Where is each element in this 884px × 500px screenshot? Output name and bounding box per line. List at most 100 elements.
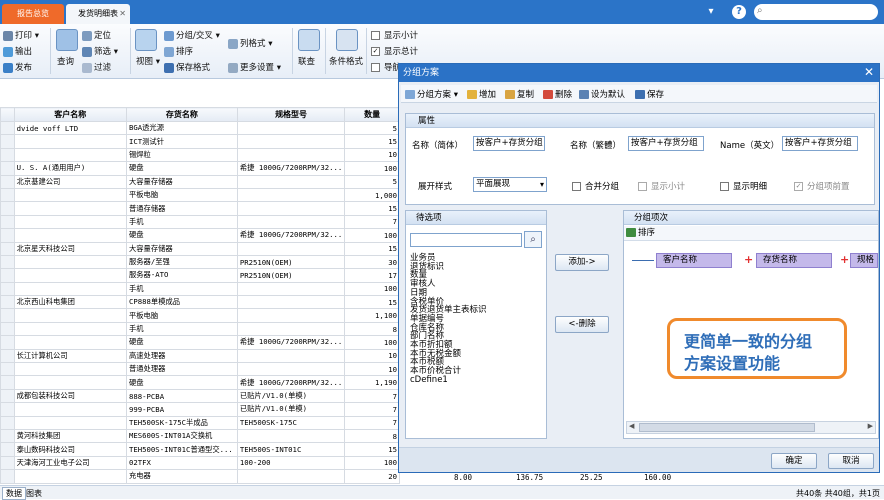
row-header[interactable] <box>0 134 15 149</box>
close-icon[interactable]: ✕ <box>864 65 874 79</box>
join-query-button[interactable]: 联查 <box>298 55 315 67</box>
group-first-checkbox[interactable]: ✓ 分组项前置 <box>794 180 850 192</box>
filter-button[interactable]: 筛选 ▾ <box>82 45 118 57</box>
row-header[interactable] <box>0 187 15 203</box>
candidate-item[interactable]: 审核人 <box>410 280 544 289</box>
row-header[interactable] <box>0 321 15 337</box>
group-node-spec[interactable]: 规格 <box>850 253 878 268</box>
table-row[interactable]: 平板电脑 1,100 <box>0 308 400 323</box>
column-format-button[interactable]: 列格式 ▾ <box>228 37 272 49</box>
row-header[interactable] <box>0 469 15 484</box>
merge-group-checkbox[interactable]: 合并分组 <box>572 180 619 192</box>
group-node-customer[interactable]: 客户名称 <box>656 253 732 268</box>
copy-button[interactable]: 复制 <box>505 88 534 100</box>
group-cross-button[interactable]: 分组/交叉 ▾ <box>164 29 220 41</box>
column-header[interactable]: 规格型号 <box>236 107 346 122</box>
row-header[interactable] <box>0 147 15 163</box>
dropdown-icon[interactable]: ▾ <box>704 5 718 19</box>
table-row[interactable]: 手机 8 <box>0 321 400 337</box>
navigation-checkbox[interactable]: 导航 <box>371 61 401 73</box>
row-header[interactable] <box>0 174 15 189</box>
table-row[interactable]: 999-PCBA 已贴片/V1.0(单模) 7 <box>0 402 400 417</box>
name-tw-input[interactable]: 按客户+存货分组 <box>628 136 704 151</box>
add-item-button[interactable]: 添加-> <box>555 254 609 271</box>
search-icon[interactable]: ⌕ <box>524 231 542 248</box>
column-header[interactable]: 客户名称 <box>13 107 127 122</box>
table-row[interactable]: TEH500SK-175C半成品 TEH500SK-175C 7 <box>0 415 400 430</box>
view-button[interactable]: 视图 ▾ <box>136 55 160 67</box>
table-row[interactable]: 普通存储器 15 <box>0 201 400 216</box>
scrollbar-thumb[interactable] <box>639 423 815 432</box>
table-row[interactable]: 北京基建公司 大容量存储器 5 <box>0 174 400 189</box>
table-row[interactable]: 硬盘 希捷 1000G/7200RPM/32... 100 <box>0 228 400 243</box>
publish-button[interactable]: 发布 <box>3 61 32 73</box>
table-row[interactable]: 手机 7 <box>0 214 400 230</box>
sort-button[interactable]: 排序 <box>638 228 655 238</box>
candidate-item[interactable]: cDefine1 <box>410 376 544 385</box>
row-header[interactable] <box>0 348 15 364</box>
table-row[interactable]: 服务器-ATO PR2510N(OEM) 17 <box>0 268 400 283</box>
close-icon[interactable]: ✕ <box>119 4 126 24</box>
row-header[interactable] <box>0 402 15 417</box>
row-header[interactable] <box>0 161 15 176</box>
table-row[interactable]: dvide voff LTD BGA透光源 5 <box>0 120 400 136</box>
add-button[interactable]: 增加 <box>467 88 496 100</box>
cancel-button[interactable]: 取消 <box>828 453 874 469</box>
row-header[interactable] <box>0 455 15 471</box>
row-header[interactable] <box>0 375 15 390</box>
column-header[interactable]: 存货名称 <box>125 107 238 122</box>
table-row[interactable]: 手机 100 <box>0 281 400 297</box>
show-total-checkbox[interactable]: ✓ 显示总计 <box>371 45 418 57</box>
show-subtotal-checkbox[interactable]: 显示小计 <box>638 180 685 192</box>
row-header[interactable] <box>0 442 15 457</box>
row-header[interactable] <box>0 388 15 404</box>
row-header[interactable] <box>0 335 15 350</box>
table-row[interactable]: 服务器/至强 PR2510N(OEM) 30 <box>0 254 400 270</box>
row-header[interactable] <box>0 428 15 444</box>
row-header[interactable] <box>0 268 15 283</box>
row-header[interactable] <box>0 201 15 216</box>
show-subtotal-checkbox[interactable]: 显示小计 <box>371 29 418 41</box>
table-row[interactable]: 硬盘 希捷 1000G/7200RPM/32... 1,190 <box>0 375 400 390</box>
row-header[interactable] <box>0 415 15 430</box>
show-detail-checkbox[interactable]: 显示明细 <box>720 180 767 192</box>
tab-data[interactable]: 数据 <box>2 487 26 500</box>
table-row[interactable]: 黄河科技集团 MES600S-INT01A交换机 8 <box>0 428 400 444</box>
row-header[interactable] <box>0 241 15 256</box>
more-settings-button[interactable]: 更多设置 ▾ <box>228 61 281 73</box>
table-row[interactable]: 硬盘 希捷 1000G/7200RPM/32... 100 <box>0 335 400 350</box>
filter2-button[interactable]: 过滤 <box>82 61 111 73</box>
table-row[interactable]: 成都包装科技公司 888-PCBA 已贴片/V1.0(单模) 7 <box>0 388 400 404</box>
save-button[interactable]: 保存 <box>635 88 664 100</box>
remove-item-button[interactable]: <-删除 <box>555 316 609 333</box>
query-button[interactable]: 查询 <box>57 55 74 67</box>
group-node-inventory[interactable]: 存货名称 <box>756 253 832 268</box>
name-en-input[interactable]: 按客户+存货分组 <box>782 136 858 151</box>
tab-report-overview[interactable]: 报告总览 <box>2 4 64 24</box>
scheme-dropdown[interactable]: 分组方案 ▾ <box>405 88 458 100</box>
locate-button[interactable]: 定位 <box>82 29 111 41</box>
row-header[interactable] <box>0 214 15 230</box>
row-header[interactable] <box>0 120 15 136</box>
table-row[interactable]: 北京西山科电集团 CP888单模成品 15 <box>0 295 400 310</box>
set-default-button[interactable]: 设为默认 <box>579 88 625 100</box>
arrow-left-icon[interactable]: ◀ <box>629 422 634 430</box>
export-button[interactable]: 输出 <box>3 45 32 57</box>
table-row[interactable]: 充电器 20 <box>0 469 400 484</box>
save-format-button[interactable]: 保存格式 <box>164 61 210 73</box>
table-row[interactable]: 普通处理器 10 <box>0 362 400 377</box>
table-row[interactable]: 平板电脑 1,000 <box>0 187 400 203</box>
sort-button[interactable]: 排序 <box>164 45 193 57</box>
candidate-search-input[interactable] <box>410 233 522 247</box>
row-header[interactable] <box>0 228 15 243</box>
arrow-right-icon[interactable]: ▶ <box>868 422 873 430</box>
table-row[interactable]: 天津海河工业电子公司 02TFX 100-200 100 <box>0 455 400 471</box>
table-row[interactable]: U. S. A(通用用户) 硬盘 希捷 1000G/7200RPM/32... 100 <box>0 161 400 176</box>
row-header[interactable] <box>0 254 15 270</box>
table-row[interactable]: 锡焊粒 10 <box>0 147 400 163</box>
help-icon[interactable]: ? <box>732 5 746 19</box>
ok-button[interactable]: 确定 <box>771 453 817 469</box>
condition-format-button[interactable]: 条件格式 <box>329 55 363 67</box>
column-header[interactable]: 数量 <box>344 107 400 122</box>
search-input[interactable]: ⌕ <box>754 4 878 20</box>
